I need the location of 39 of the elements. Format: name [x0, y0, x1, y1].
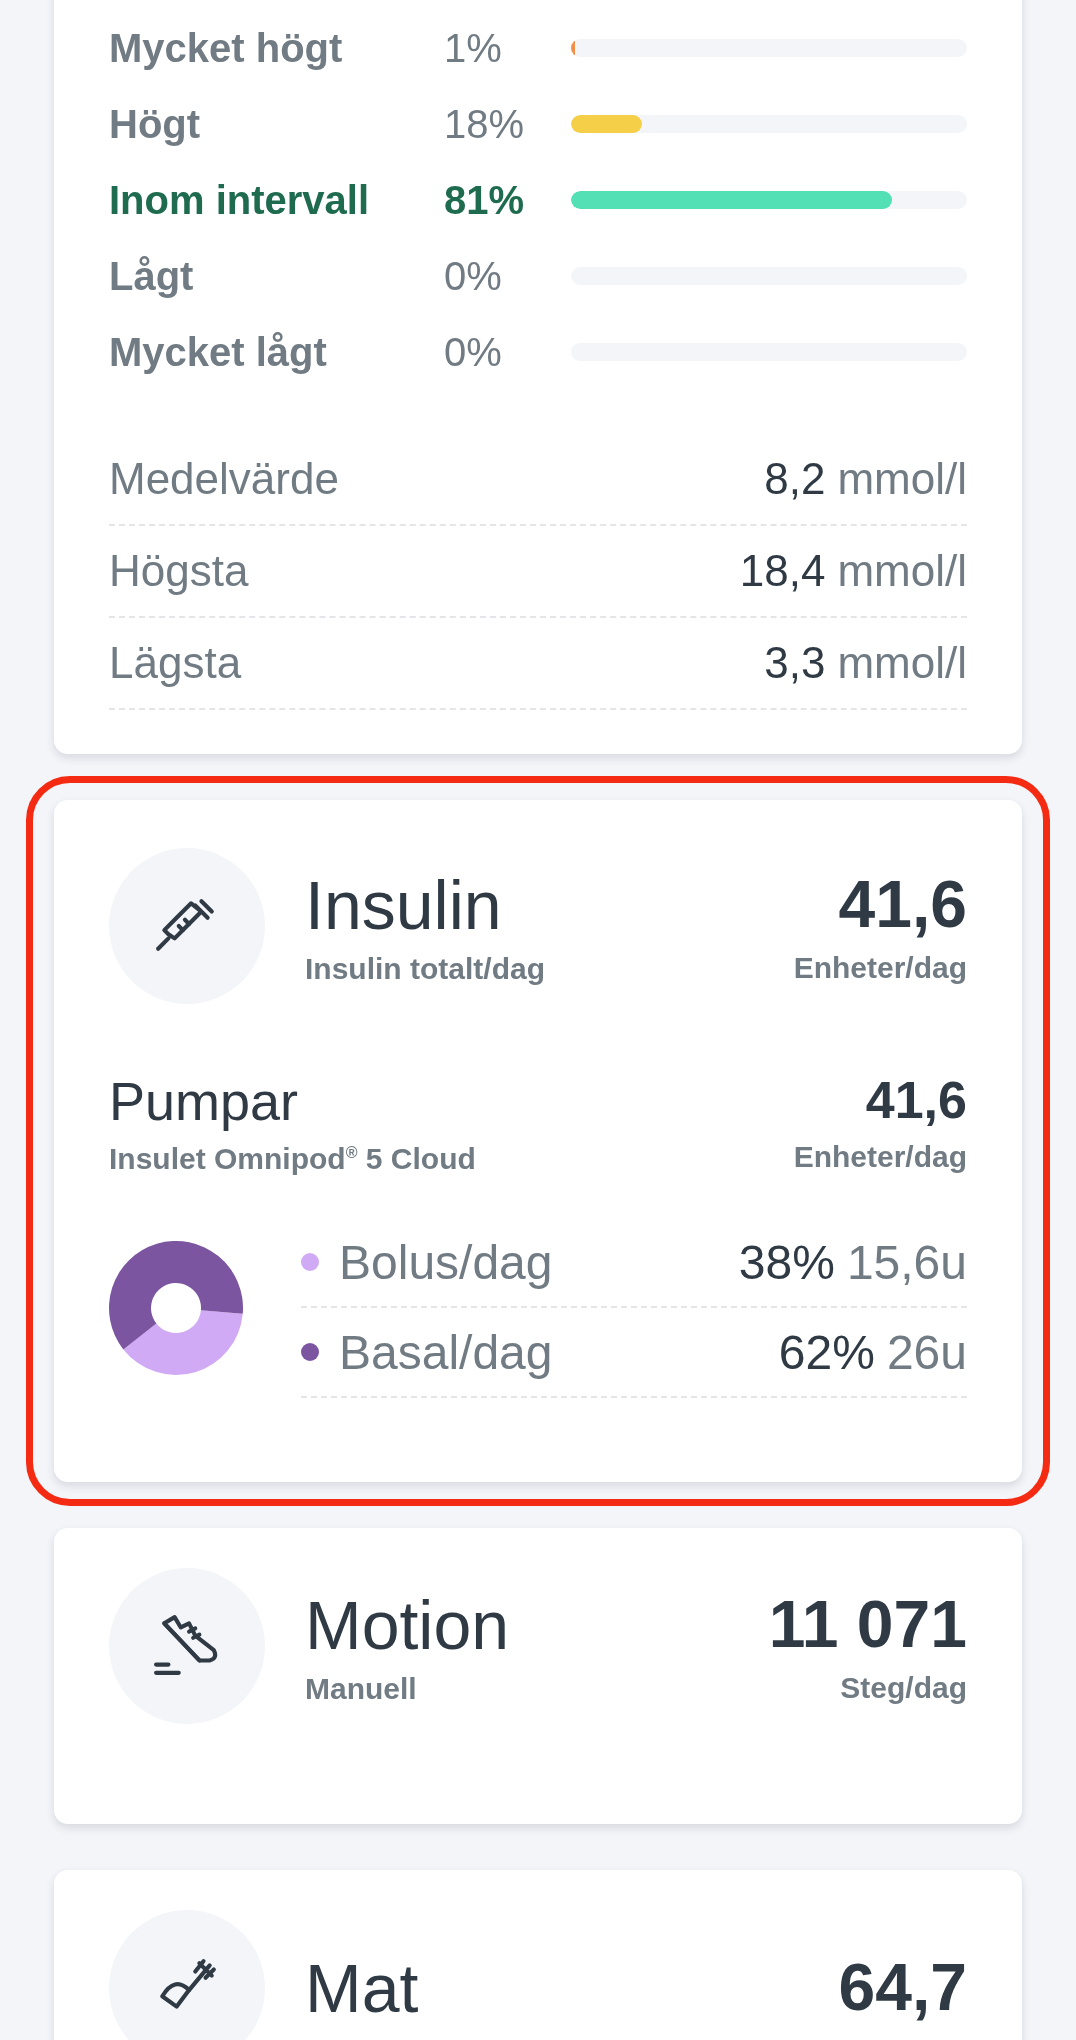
range-percent: 1% [444, 25, 503, 71]
stat-unit: mmol/l [837, 546, 967, 596]
legend-label: Basal/dag [339, 1324, 554, 1380]
range-label: Lågt [109, 253, 195, 299]
card-subtitle: Insulin totalt/dag [305, 952, 546, 987]
pump-value: 41,6 [865, 1070, 967, 1130]
card-title: Insulin [305, 865, 503, 945]
range-label: Inom intervall [109, 177, 371, 223]
range-label: Mycket högt [109, 25, 344, 71]
legend-label: Bolus/dag [339, 1234, 554, 1290]
stat-value: 3,3 [764, 638, 826, 688]
range-percent: 81% [444, 177, 526, 223]
card-value: 41,6 [838, 867, 967, 943]
range-percent: 0% [444, 329, 503, 375]
card-title: Mat [305, 1948, 420, 2028]
card-value: 11 071 [768, 1587, 967, 1663]
pump-title: Pumpar [109, 1070, 300, 1132]
stat-unit: mmol/l [837, 454, 967, 504]
card-unit: Enheter/dag [793, 950, 967, 985]
pump-unit: Enheter/dag [793, 1140, 967, 1174]
stat-value: 8,2 [764, 454, 826, 504]
stat-label: Högsta [109, 546, 249, 596]
range-label: Mycket lågt [109, 329, 328, 375]
card-value: 64,7 [838, 1950, 967, 2026]
stat-label: Medelvärde [109, 454, 339, 504]
range-percent: 0% [444, 253, 503, 299]
card-subtitle: Manuell [305, 1672, 418, 1707]
range-percent: 18% [444, 101, 526, 147]
legend-percent: 38% [738, 1234, 835, 1290]
range-label: Högt [109, 101, 202, 147]
card-unit: Steg/dag [840, 1670, 967, 1705]
pump-device: Insulet Omnipod$^{®}$ 5 Cloud [109, 1142, 476, 1176]
stat-label: Lägsta [109, 638, 242, 688]
legend-percent: 62% [778, 1324, 875, 1380]
legend-amount: 26u [886, 1324, 967, 1380]
legend-amount: 15,6u [846, 1234, 967, 1290]
card-title: Motion [305, 1585, 511, 1665]
stat-unit: mmol/l [837, 638, 967, 688]
stat-value: 18,4 [739, 546, 826, 596]
